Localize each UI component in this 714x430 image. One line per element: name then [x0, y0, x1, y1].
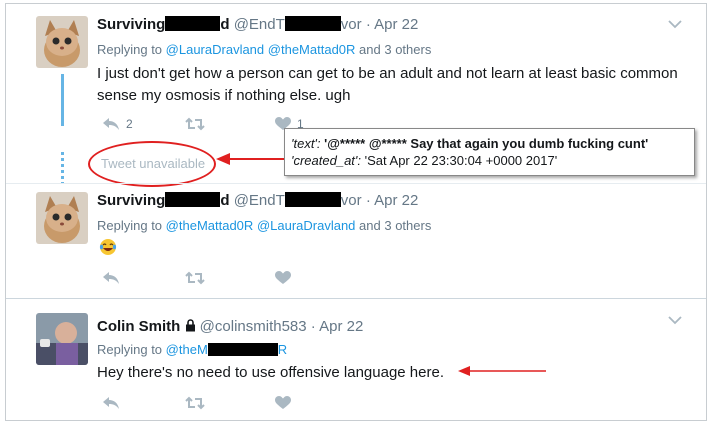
mention-link[interactable]: @LauraDravland: [166, 42, 264, 57]
replying-to: Replying to @theM R: [97, 342, 288, 357]
reply-count: 2: [126, 117, 133, 131]
retweet-icon: [185, 396, 205, 410]
avatar[interactable]: [36, 16, 88, 68]
tweet-text: Hey there's no need to use offensive lan…: [97, 364, 444, 381]
conversation-panel: Surviving d @EndT vor · Apr 22 Replying to…: [5, 3, 707, 421]
annotation-created-line: 'created_at': 'Sat Apr 22 23:30:04 +0000…: [291, 153, 558, 168]
heart-icon: [275, 396, 291, 409]
reply-button[interactable]: 2: [102, 117, 133, 131]
handle[interactable]: @EndT vor: [234, 192, 362, 209]
mention-link[interactable]: @LauraDravland: [257, 218, 355, 233]
display-name[interactable]: Colin Smith: [97, 318, 180, 335]
tweet-unavailable-label: Tweet unavailable: [101, 156, 206, 171]
heart-icon: [275, 271, 291, 284]
reply-button[interactable]: [102, 271, 120, 285]
divider: [6, 183, 706, 184]
mention-link[interactable]: @theMattad0R: [166, 218, 254, 233]
retweet-button[interactable]: [185, 117, 205, 131]
display-name[interactable]: Surviving d: [97, 16, 230, 33]
redaction-bar: [284, 16, 341, 31]
redaction-bar: [284, 192, 341, 207]
tweet-text: I just don't get how a person can get to…: [97, 65, 678, 104]
lock-icon: [185, 319, 195, 332]
retweet-icon: [185, 271, 205, 285]
retweet-button[interactable]: [185, 396, 205, 410]
annotation-box: 'text': '@***** @***** Say that again yo…: [284, 128, 695, 176]
handle[interactable]: @EndT vor: [234, 16, 362, 33]
retweet-button[interactable]: [185, 271, 205, 285]
annotation-text-line: 'text': '@***** @***** Say that again yo…: [291, 136, 649, 151]
chevron-down-icon[interactable]: [668, 19, 682, 29]
retweet-icon: [185, 117, 205, 131]
separator: ·: [365, 16, 371, 33]
reply-button[interactable]: [102, 396, 120, 410]
tears-of-joy-emoji: [99, 239, 117, 255]
timestamp[interactable]: Apr 22: [374, 16, 418, 33]
arrow-annotation: [458, 366, 546, 376]
thread-line: [61, 74, 64, 126]
redaction-bar: [165, 16, 221, 31]
display-name[interactable]: Surviving d: [97, 192, 230, 209]
reply-icon: [103, 397, 119, 409]
replying-to: Replying to @theMattad0R @LauraDravland …: [97, 218, 432, 233]
avatar[interactable]: [36, 313, 88, 365]
divider: [6, 298, 706, 299]
redaction-bar: [207, 343, 278, 356]
chevron-down-icon[interactable]: [668, 315, 682, 325]
others-link[interactable]: and 3 others: [359, 42, 431, 57]
mention-link[interactable]: @theM R: [166, 342, 288, 357]
avatar[interactable]: [36, 192, 88, 244]
timestamp[interactable]: Apr 22: [374, 192, 418, 209]
like-button[interactable]: [275, 271, 291, 285]
separator: ·: [365, 192, 371, 209]
separator: ·: [310, 318, 316, 335]
handle[interactable]: @colinsmith583: [200, 318, 307, 335]
mention-link[interactable]: @theMattad0R: [268, 42, 356, 57]
timestamp[interactable]: Apr 22: [319, 318, 363, 335]
redaction-bar: [165, 192, 221, 207]
like-button[interactable]: [275, 396, 291, 410]
reply-icon: [103, 118, 119, 130]
others-link[interactable]: and 3 others: [359, 218, 431, 233]
thread-line: [61, 152, 64, 184]
reply-icon: [103, 272, 119, 284]
replying-to: Replying to @LauraDravland @theMattad0R …: [97, 42, 432, 57]
